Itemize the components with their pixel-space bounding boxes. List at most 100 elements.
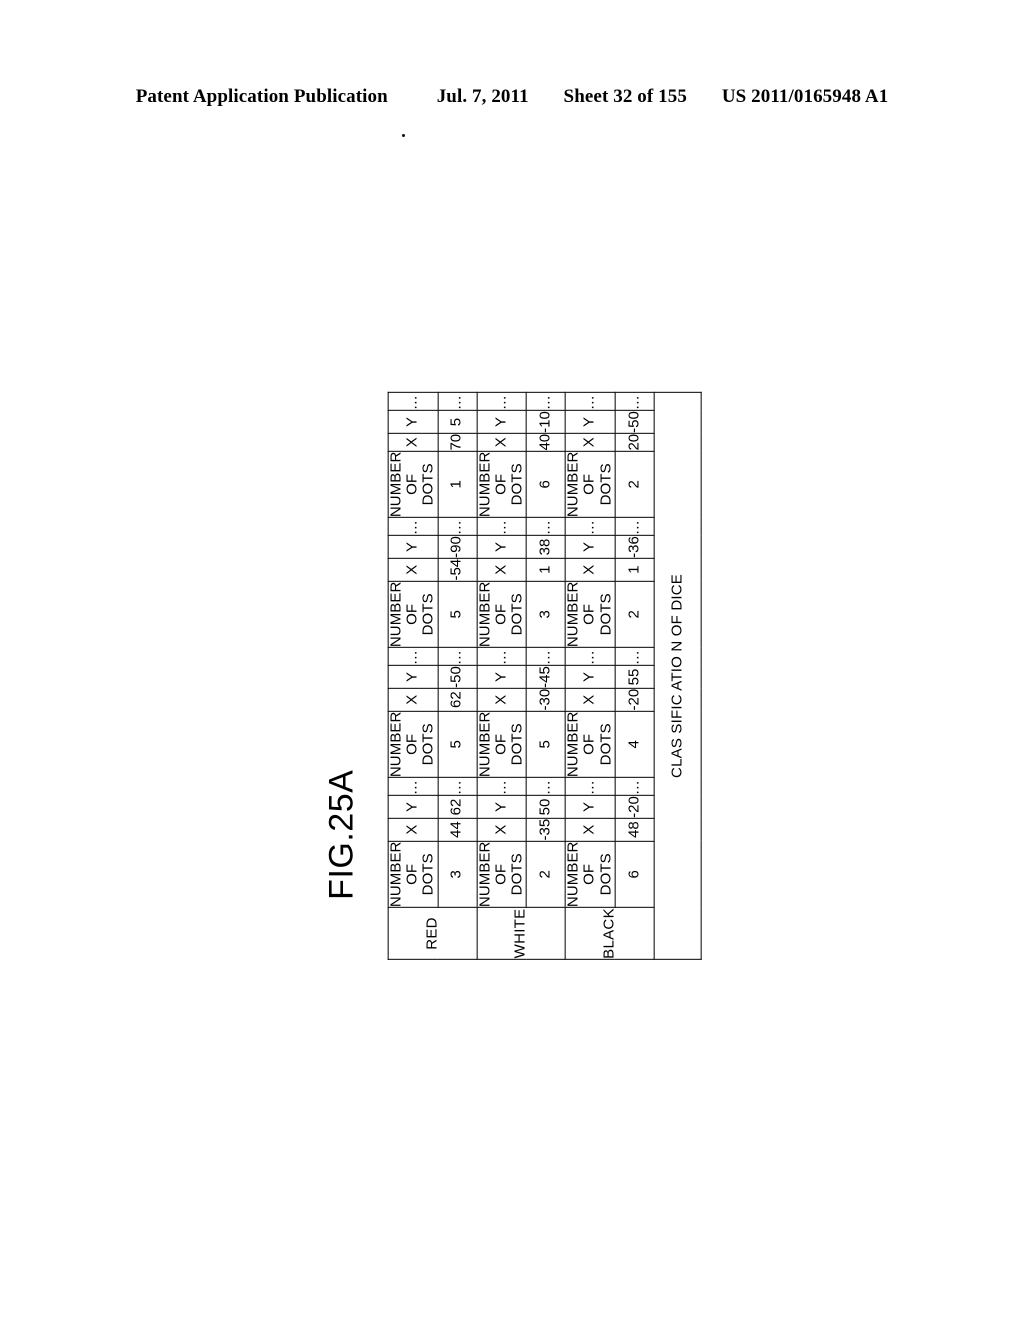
- ellipsis-cell: …: [476, 647, 527, 666]
- table-row: RED NUMBER OF DOTS X Y … NUMBER OF DOTS …: [387, 392, 477, 960]
- ellipsis-cell: …: [388, 517, 438, 536]
- subheader-x-g1-white: X: [476, 818, 527, 842]
- ellipsis-cell: …: [526, 392, 566, 411]
- table-row: CLAS SIFIC ATIO N OF DICE: [653, 392, 701, 960]
- subheader-y-g2-black: Y: [565, 665, 615, 689]
- row-label-black: BLACK: [565, 907, 654, 960]
- value-y-g4-red: 5: [437, 410, 477, 434]
- ellipsis-cell: …: [437, 517, 477, 536]
- value-dots-g3-white: 3: [526, 581, 566, 648]
- ellipsis-cell: …: [614, 647, 654, 666]
- subheader-dots-g3-black: NUMBER OF DOTS: [564, 581, 615, 648]
- row-label-red: RED: [388, 907, 477, 960]
- value-x-g4-white: 40: [526, 433, 566, 452]
- ellipsis-cell: …: [437, 647, 477, 666]
- subheader-y-g1-black: Y: [565, 795, 615, 819]
- value-y-g1-white: 50: [526, 795, 566, 819]
- value-y-g2-red: -50: [437, 665, 477, 689]
- ellipsis-cell: …: [476, 517, 527, 536]
- value-y-g1-red: 62: [437, 795, 477, 819]
- subheader-dots-g3-red: NUMBER OF DOTS: [387, 581, 438, 648]
- value-y-g1-black: -20: [614, 795, 654, 819]
- ellipsis-cell: …: [437, 777, 477, 796]
- ellipsis-cell: …: [476, 777, 527, 796]
- subheader-y-g4-white: Y: [476, 410, 527, 434]
- header-sheet: Sheet 32 of 155: [563, 86, 687, 107]
- subheader-dots-g2-red: NUMBER OF DOTS: [387, 711, 438, 778]
- subheader-y-g3-red: Y: [388, 535, 438, 559]
- value-dots-g4-black: 2: [614, 451, 654, 518]
- value-dots-g4-red: 1: [437, 451, 477, 518]
- ellipsis-cell: …: [614, 777, 654, 796]
- subheader-dots-g1-white: NUMBER OF DOTS: [476, 841, 527, 908]
- ellipsis-cell: …: [526, 517, 566, 536]
- value-dots-g3-black: 2: [614, 581, 654, 648]
- value-y-g3-black: -36: [614, 535, 654, 559]
- value-x-g2-red: 62: [437, 688, 477, 712]
- value-x-g1-red: 44: [437, 818, 477, 842]
- subheader-x-g2-white: X: [476, 688, 527, 712]
- subheader-y-g4-red: Y: [388, 410, 438, 434]
- subheader-x-g4-red: X: [388, 433, 438, 452]
- value-y-g2-white: -45: [526, 665, 566, 689]
- subheader-y-g3-white: Y: [476, 535, 527, 559]
- subheader-x-g4-white: X: [476, 433, 527, 452]
- ellipsis-cell: …: [388, 777, 438, 796]
- subheader-x-g2-black: X: [565, 688, 615, 712]
- subheader-y-g1-red: Y: [388, 795, 438, 819]
- ellipsis-cell: …: [388, 647, 438, 666]
- value-x-g3-black: 1: [614, 558, 654, 582]
- value-x-g1-black: 48: [614, 818, 654, 842]
- table-row: BLACK NUMBER OF DOTS X Y … NUMBER OF DOT…: [564, 392, 654, 960]
- ellipsis-cell: …: [565, 517, 615, 536]
- value-x-g4-black: 20: [614, 433, 654, 452]
- row-label-white: WHITE: [476, 907, 566, 960]
- subheader-x-g1-black: X: [565, 818, 615, 842]
- value-x-g3-white: 1: [526, 558, 566, 582]
- ellipsis-cell: …: [437, 392, 477, 411]
- ellipsis-cell: …: [565, 647, 615, 666]
- value-y-g4-black: -50: [614, 410, 654, 434]
- table-row: 2 -35 50 … 5 -30 -45 … 3 1 38 … 6 40 -10…: [526, 392, 566, 960]
- subheader-dots-g1-black: NUMBER OF DOTS: [564, 841, 615, 908]
- value-dots-g4-white: 6: [526, 451, 566, 518]
- subheader-dots-g2-white: NUMBER OF DOTS: [476, 711, 527, 778]
- value-x-g4-red: 70: [437, 433, 477, 452]
- scan-artifact-dot: [402, 134, 405, 137]
- ellipsis-cell: …: [565, 392, 615, 411]
- header-publication: Patent Application Publication: [135, 86, 388, 107]
- page-header: Patent Application Publication Jul. 7, 2…: [0, 86, 1024, 108]
- subheader-dots-g4-black: NUMBER OF DOTS: [564, 451, 615, 518]
- subheader-y-g4-black: Y: [565, 410, 615, 434]
- figure-rotated-group: FIG.25A RED NUMBER OF DOTS X Y … NUMBER …: [323, 392, 702, 960]
- value-x-g2-white: -30: [526, 688, 566, 712]
- subheader-dots-g4-white: NUMBER OF DOTS: [476, 451, 527, 518]
- subheader-x-g3-black: X: [565, 558, 615, 582]
- table-row: 6 48 -20 … 4 -20 55 … 2 1 -36 … 2 20 -50…: [614, 392, 654, 960]
- header-doc-number: US 2011/0165948 A1: [721, 86, 889, 107]
- ellipsis-cell: …: [476, 392, 527, 411]
- figure-label: FIG.25A: [322, 769, 361, 900]
- value-dots-g3-red: 5: [437, 581, 477, 648]
- subheader-y-g1-white: Y: [476, 795, 527, 819]
- value-x-g1-white: -35: [526, 818, 566, 842]
- value-dots-g2-white: 5: [526, 711, 566, 778]
- dice-classification-table: RED NUMBER OF DOTS X Y … NUMBER OF DOTS …: [387, 392, 702, 960]
- subheader-x-g3-white: X: [476, 558, 527, 582]
- subheader-x-g1-red: X: [388, 818, 438, 842]
- subheader-y-g2-red: Y: [388, 665, 438, 689]
- corner-label-classification-of-dice: CLAS SIFIC ATIO N OF DICE: [653, 392, 701, 960]
- value-y-g3-red: -90: [437, 535, 477, 559]
- value-dots-g2-black: 4: [614, 711, 654, 778]
- value-x-g2-black: -20: [614, 688, 654, 712]
- table-row: 3 44 62 … 5 62 -50 … 5 -54 -90 … 1 70 5 …: [437, 392, 477, 960]
- ellipsis-cell: …: [526, 777, 566, 796]
- subheader-x-g3-red: X: [388, 558, 438, 582]
- value-dots-g1-white: 2: [526, 841, 566, 908]
- ellipsis-cell: …: [565, 777, 615, 796]
- subheader-x-g4-black: X: [565, 433, 615, 452]
- subheader-y-g2-white: Y: [476, 665, 527, 689]
- header-date: Jul. 7, 2011: [436, 86, 529, 107]
- subheader-dots-g3-white: NUMBER OF DOTS: [476, 581, 527, 648]
- value-y-g4-white: -10: [526, 410, 566, 434]
